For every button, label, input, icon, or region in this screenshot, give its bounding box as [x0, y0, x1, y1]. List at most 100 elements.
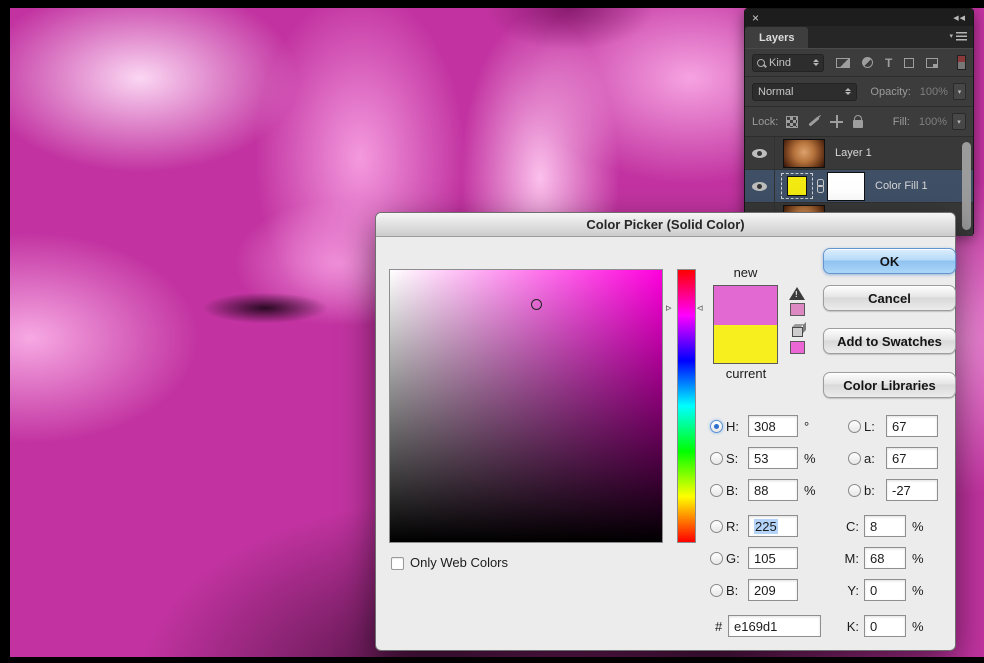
hex-label: #	[715, 618, 723, 634]
opacity-dropdown-icon[interactable]: ▾	[952, 83, 966, 100]
radio-b2[interactable]	[710, 583, 723, 597]
c-unit: %	[912, 518, 924, 534]
select-arrows-icon	[813, 59, 819, 66]
input-h[interactable]: 308	[748, 415, 798, 437]
lock-position-icon[interactable]	[830, 115, 844, 128]
filter-kind-select[interactable]: Kind	[752, 53, 824, 72]
panel-scrollbar[interactable]	[962, 142, 971, 230]
input-k[interactable]: 0	[864, 615, 906, 637]
blend-mode-row: Normal Opacity: 100% ▾	[745, 77, 973, 107]
input-hex[interactable]: e169d1	[728, 615, 821, 637]
hue-slider[interactable]	[677, 269, 696, 543]
radio-s[interactable]	[710, 451, 723, 465]
gamut-color-swatch[interactable]	[790, 303, 805, 316]
radio-lab-b[interactable]	[848, 483, 861, 497]
y-label: Y:	[847, 582, 859, 598]
fill-value[interactable]: 100%	[919, 116, 947, 128]
input-b2[interactable]: 209	[748, 579, 798, 601]
input-l[interactable]: 67	[886, 415, 938, 437]
color-picker-dialog: Color Picker (Solid Color) ▹ ◃ new curre…	[375, 212, 956, 651]
c-label: C:	[846, 518, 859, 534]
panel-menu-icon[interactable]: ▾	[949, 32, 967, 41]
layer-row-layer1[interactable]: Layer 1	[745, 137, 973, 170]
menu-triangle-icon: ▾	[949, 33, 953, 40]
a-label: a:	[864, 450, 875, 466]
color-libraries-button[interactable]: Color Libraries	[823, 372, 956, 398]
kind-label: Kind	[769, 56, 792, 69]
current-label: current	[725, 366, 767, 381]
input-s[interactable]: 53	[748, 447, 798, 469]
visibility-cell	[745, 170, 775, 202]
layer-row-color-fill[interactable]: Color Fill 1	[745, 170, 973, 203]
radio-b[interactable]	[710, 483, 723, 497]
panel-close-icon[interactable]: ×	[752, 12, 759, 24]
hue-marker-left-icon[interactable]: ▹	[666, 303, 672, 314]
visibility-eye-icon[interactable]	[752, 181, 767, 191]
radio-h[interactable]	[710, 419, 723, 433]
radio-l[interactable]	[848, 419, 861, 433]
layer-mask-thumbnail[interactable]	[827, 171, 865, 201]
l-label: L:	[864, 418, 875, 434]
add-to-swatches-button[interactable]: Add to Swatches	[823, 328, 956, 354]
web-color-cube-icon[interactable]	[792, 327, 803, 337]
panel-tab-row: Layers ▾	[745, 26, 973, 48]
input-m[interactable]: 68	[864, 547, 906, 569]
lock-transparency-icon[interactable]	[786, 115, 799, 128]
ok-button[interactable]: OK	[823, 248, 956, 274]
y-unit: %	[912, 582, 924, 598]
input-r[interactable]: 225	[748, 515, 798, 537]
layer-thumbnail[interactable]	[783, 138, 825, 168]
dialog-title: Color Picker (Solid Color)	[376, 213, 955, 237]
input-a[interactable]: 67	[886, 447, 938, 469]
menu-lines-icon	[956, 32, 967, 41]
lock-all-icon[interactable]	[853, 115, 864, 128]
input-y[interactable]: 0	[864, 579, 906, 601]
new-current-swatch	[713, 285, 778, 364]
lock-pixels-icon[interactable]	[808, 116, 820, 127]
screenshot-frame: × ◀◀ Layers ▾ Kind T Normal Opacity: 100…	[0, 0, 984, 663]
only-web-colors-checkbox[interactable]	[391, 557, 404, 570]
only-web-colors-label: Only Web Colors	[410, 555, 509, 570]
layer-name[interactable]: Color Fill 1	[875, 180, 928, 192]
b2-label: B:	[726, 582, 739, 598]
blend-mode-select[interactable]: Normal	[752, 82, 858, 101]
input-b[interactable]: 88	[748, 479, 798, 501]
lab-b-label: b:	[864, 482, 875, 498]
current-color-swatch[interactable]	[714, 324, 777, 363]
m-unit: %	[912, 550, 924, 566]
panel-collapse-icon[interactable]: ◀◀	[953, 14, 966, 22]
filter-smart-objects-icon[interactable]	[926, 57, 939, 68]
opacity-value[interactable]: 100%	[920, 86, 948, 98]
new-label: new	[733, 265, 758, 280]
h-label: H:	[726, 418, 739, 434]
panel-top-bar: × ◀◀	[745, 9, 973, 26]
tab-layers[interactable]: Layers	[745, 27, 809, 48]
input-c[interactable]: 8	[864, 515, 906, 537]
fill-dropdown-icon[interactable]: ▾	[952, 113, 966, 130]
web-color-swatch[interactable]	[790, 341, 805, 354]
b-label: B:	[726, 482, 739, 498]
visibility-eye-icon[interactable]	[752, 148, 767, 158]
selected-text: 225	[754, 518, 778, 534]
radio-r[interactable]	[710, 519, 723, 533]
input-lab-b[interactable]: -27	[886, 479, 938, 501]
fill-color-swatch	[787, 176, 807, 196]
filter-adjustment-layers-icon[interactable]	[862, 57, 873, 68]
fill-layer-thumbnail[interactable]	[781, 173, 813, 199]
filter-shape-layers-icon[interactable]	[904, 57, 915, 68]
input-g[interactable]: 105	[748, 547, 798, 569]
k-unit: %	[912, 618, 924, 634]
mask-link-icon[interactable]	[816, 178, 824, 194]
color-field[interactable]	[389, 269, 663, 543]
hue-marker-right-icon[interactable]: ◃	[697, 303, 703, 314]
layer-name[interactable]: Layer 1	[835, 147, 872, 159]
filter-pixel-layers-icon[interactable]	[836, 57, 850, 68]
gamut-warning-icon[interactable]	[789, 287, 805, 300]
color-field-marker[interactable]	[531, 299, 542, 310]
radio-a[interactable]	[848, 451, 861, 465]
radio-g[interactable]	[710, 551, 723, 565]
filter-type-layers-icon[interactable]: T	[885, 57, 892, 69]
cancel-button[interactable]: Cancel	[823, 285, 956, 311]
filter-toggle-icon[interactable]	[957, 55, 966, 70]
opacity-label: Opacity:	[870, 85, 911, 98]
